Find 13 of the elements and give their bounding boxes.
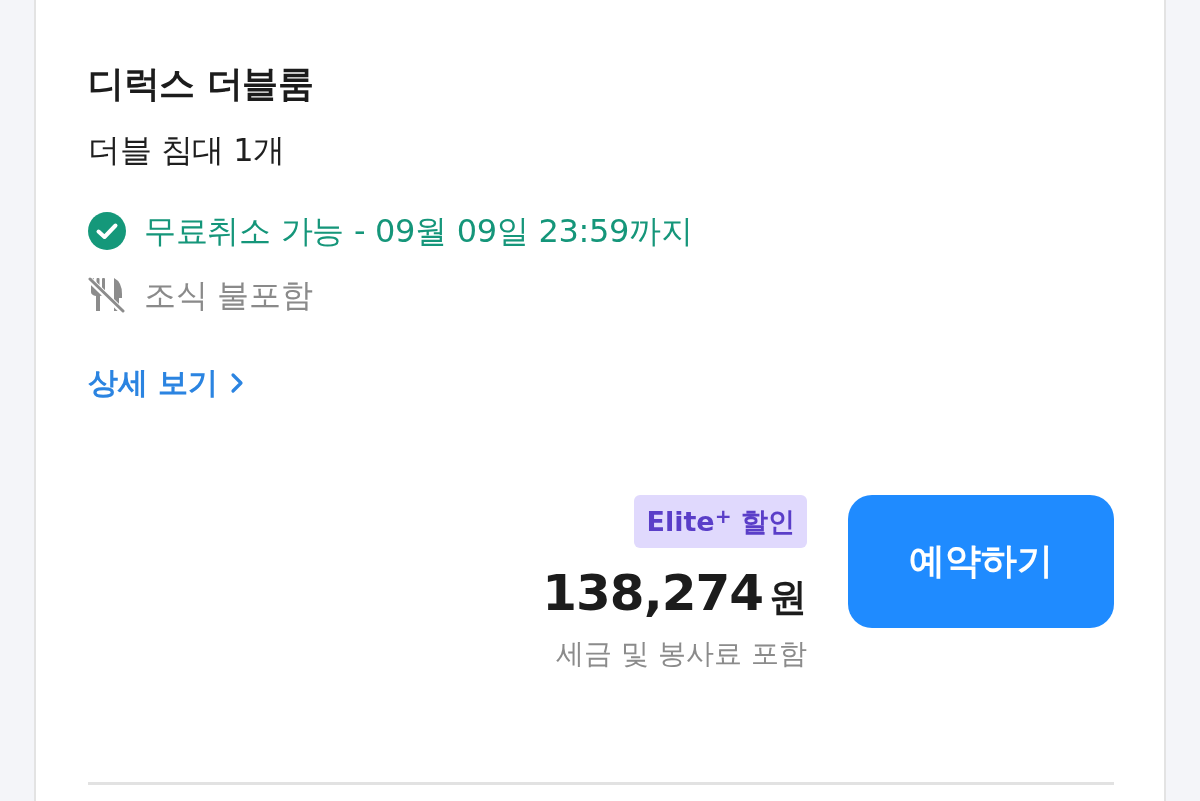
price-amount: 138,274 <box>542 563 763 624</box>
breakfast-text: 조식 불포함 <box>144 275 313 316</box>
check-circle-icon <box>88 212 126 250</box>
currency-unit: 원 <box>769 574 807 621</box>
room-name: 디럭스 더블룸 <box>88 62 315 106</box>
bed-info: 더블 침대 1개 <box>88 130 286 170</box>
discount-badge: Elite$^{+}$ 할인 <box>634 495 807 548</box>
free-cancellation-text: 무료취소 가능 - 09월 09일 23:59까지 <box>144 211 693 252</box>
chevron-right-icon <box>230 372 245 394</box>
book-button[interactable]: 예약하기 <box>848 495 1114 628</box>
details-link[interactable]: 상세 보기 <box>88 363 245 403</box>
tax-note: 세금 및 봉사료 포함 <box>556 636 807 672</box>
crossed-out-utensils-icon <box>88 276 126 314</box>
